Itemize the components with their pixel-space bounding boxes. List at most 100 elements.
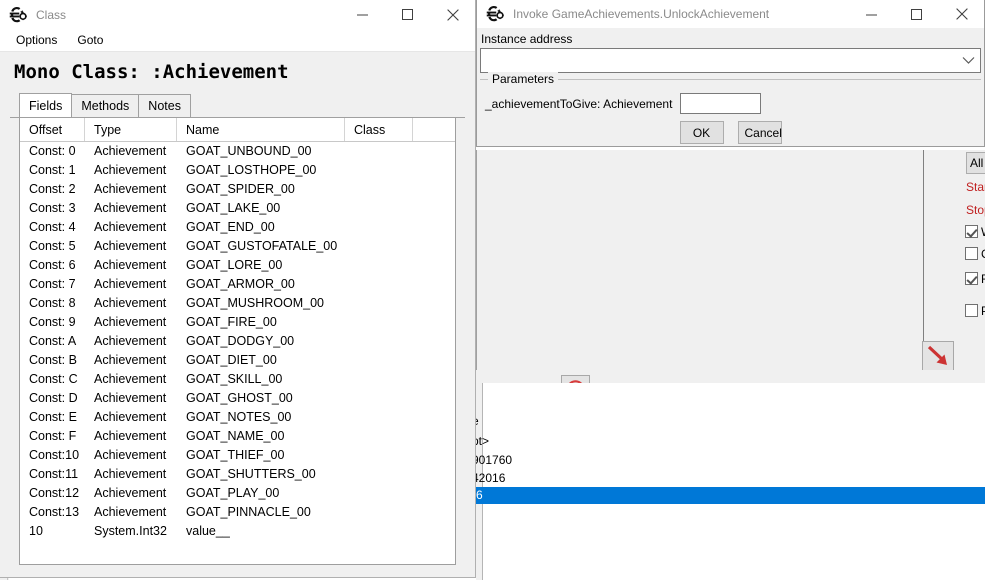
column-header-type[interactable]: Type xyxy=(85,118,177,141)
cell-name: GOAT_THIEF_00 xyxy=(177,446,345,465)
cell-offset: Const:13 xyxy=(20,503,85,522)
table-row[interactable]: Const: 8AchievementGOAT_MUSHROOM_00 xyxy=(20,294,455,313)
dialog-button-row: OK Cancel xyxy=(480,121,981,144)
class-tabstrip: Fields Methods Notes xyxy=(10,94,465,118)
table-row[interactable]: Const: 6AchievementGOAT_LORE_00 xyxy=(20,256,455,275)
cell-name: GOAT_NOTES_00 xyxy=(177,408,345,427)
cell-offset: Const: 2 xyxy=(20,180,85,199)
table-row[interactable]: Const: BAchievementGOAT_DIET_00 xyxy=(20,351,455,370)
menu-options[interactable]: Options xyxy=(8,31,65,49)
checkbox-w[interactable]: W xyxy=(965,225,985,241)
close-button[interactable] xyxy=(430,0,475,29)
table-row[interactable]: Const: DAchievementGOAT_GHOST_00 xyxy=(20,389,455,408)
cell-name: GOAT_FIRE_00 xyxy=(177,313,345,332)
dialog-minimize-button[interactable] xyxy=(849,0,894,29)
checkbox-p[interactable]: P xyxy=(965,304,985,320)
maximize-icon xyxy=(402,9,413,20)
cancel-button[interactable]: Cancel xyxy=(738,121,782,144)
cell-offset: Const: F xyxy=(20,427,85,446)
table-row[interactable]: Const:13AchievementGOAT_PINNACLE_00 xyxy=(20,503,455,522)
cell-offset: Const: C xyxy=(20,370,85,389)
table-row[interactable]: Const: 3AchievementGOAT_LAKE_00 xyxy=(20,199,455,218)
cell-type: Achievement xyxy=(85,389,177,408)
table-row[interactable]: Const: FAchievementGOAT_NAME_00 xyxy=(20,427,455,446)
cheat-engine-icon xyxy=(8,5,28,25)
tab-fields[interactable]: Fields xyxy=(19,93,72,117)
table-row[interactable]: Const: 2AchievementGOAT_SPIDER_00 xyxy=(20,180,455,199)
invoke-dialog-titlebar[interactable]: Invoke GameAchievements.UnlockAchievemen… xyxy=(477,0,984,28)
checkbox-f[interactable]: F xyxy=(965,272,985,288)
instance-address-label: Instance address xyxy=(477,28,984,48)
table-row[interactable]: Const:11AchievementGOAT_SHUTTERS_00 xyxy=(20,465,455,484)
table-row[interactable]: Const: 1AchievementGOAT_LOSTHOPE_00 xyxy=(20,161,455,180)
instance-address-input[interactable] xyxy=(481,50,956,71)
minimize-icon xyxy=(357,9,368,20)
cell-type: Achievement xyxy=(85,446,177,465)
red-diagonal-arrow-button[interactable] xyxy=(922,341,954,371)
table-row[interactable]: Const: 5AchievementGOAT_GUSTOFATALE_00 xyxy=(20,237,455,256)
dialog-close-button[interactable] xyxy=(939,0,984,29)
chevron-down-icon[interactable] xyxy=(956,49,980,72)
cell-type: Achievement xyxy=(85,351,177,370)
close-icon xyxy=(956,8,968,20)
close-icon xyxy=(447,9,459,21)
screen-root: All Star Stop W C F P e pt> xyxy=(0,0,985,580)
cell-type: Achievement xyxy=(85,142,177,161)
all-button[interactable]: All xyxy=(966,152,985,174)
cell-offset: Const:11 xyxy=(20,465,85,484)
fields-grid: Offset Type Name Class Const: 0Achieveme… xyxy=(19,118,456,565)
column-header-class[interactable]: Class xyxy=(345,118,413,141)
cell-type: Achievement xyxy=(85,427,177,446)
table-row[interactable]: Const: AAchievementGOAT_DODGY_00 xyxy=(20,332,455,351)
checkbox-f-box xyxy=(965,272,978,285)
ok-button[interactable]: OK xyxy=(680,121,724,144)
table-row[interactable]: Const:10AchievementGOAT_THIEF_00 xyxy=(20,446,455,465)
menu-goto[interactable]: Goto xyxy=(69,31,111,49)
cell-offset: Const: B xyxy=(20,351,85,370)
class-window: Class xyxy=(0,0,476,578)
cell-name: GOAT_LORE_00 xyxy=(177,256,345,275)
console-line-2: 901760 xyxy=(472,453,512,467)
cell-name: GOAT_PLAY_00 xyxy=(177,484,345,503)
class-window-titlebar[interactable]: Class xyxy=(0,0,475,29)
table-row[interactable]: Const: 4AchievementGOAT_END_00 xyxy=(20,218,455,237)
checkbox-w-box xyxy=(965,225,978,238)
cheat-engine-icon xyxy=(485,4,505,24)
maximize-button[interactable] xyxy=(385,0,430,29)
table-row[interactable]: Const: 7AchievementGOAT_ARMOR_00 xyxy=(20,275,455,294)
cell-name: GOAT_SHUTTERS_00 xyxy=(177,465,345,484)
cell-type: Achievement xyxy=(85,161,177,180)
console-selected-row[interactable]: 6 xyxy=(476,487,985,504)
column-header-name[interactable]: Name xyxy=(177,118,345,141)
parameters-group: Parameters _achievementToGive: Achieveme… xyxy=(480,79,981,147)
column-header-extra[interactable] xyxy=(413,118,455,141)
table-row[interactable]: Const: CAchievementGOAT_SKILL_00 xyxy=(20,370,455,389)
dialog-maximize-button[interactable] xyxy=(894,0,939,29)
cell-type: Achievement xyxy=(85,465,177,484)
column-header-offset[interactable]: Offset xyxy=(20,118,85,141)
cell-offset: Const: 4 xyxy=(20,218,85,237)
cell-offset: Const: 1 xyxy=(20,161,85,180)
cell-name: GOAT_UNBOUND_00 xyxy=(177,142,345,161)
tab-methods[interactable]: Methods xyxy=(71,94,139,117)
instance-address-combobox[interactable] xyxy=(480,48,981,73)
checkbox-f-label: F xyxy=(981,272,985,286)
cell-name: GOAT_SKILL_00 xyxy=(177,370,345,389)
parameter-label: _achievementToGive: Achievement xyxy=(485,97,672,111)
checkbox-c[interactable]: C xyxy=(965,247,985,263)
cell-type: Achievement xyxy=(85,275,177,294)
table-row[interactable]: Const: EAchievementGOAT_NOTES_00 xyxy=(20,408,455,427)
table-row[interactable]: Const:12AchievementGOAT_PLAY_00 xyxy=(20,484,455,503)
table-row[interactable]: 10System.Int32value__ xyxy=(20,522,455,541)
cell-type: Achievement xyxy=(85,294,177,313)
parameter-value-input[interactable] xyxy=(680,93,761,114)
table-row[interactable]: Const: 9AchievementGOAT_FIRE_00 xyxy=(20,313,455,332)
cell-name: GOAT_LOSTHOPE_00 xyxy=(177,161,345,180)
table-row[interactable]: Const: 0AchievementGOAT_UNBOUND_00 xyxy=(20,142,455,161)
minimize-button[interactable] xyxy=(340,0,385,29)
tab-notes[interactable]: Notes xyxy=(138,94,191,117)
invoke-dialog: Invoke GameAchievements.UnlockAchievemen… xyxy=(476,0,985,147)
cell-offset: Const: D xyxy=(20,389,85,408)
cell-offset: Const: E xyxy=(20,408,85,427)
cell-name: value__ xyxy=(177,522,345,541)
